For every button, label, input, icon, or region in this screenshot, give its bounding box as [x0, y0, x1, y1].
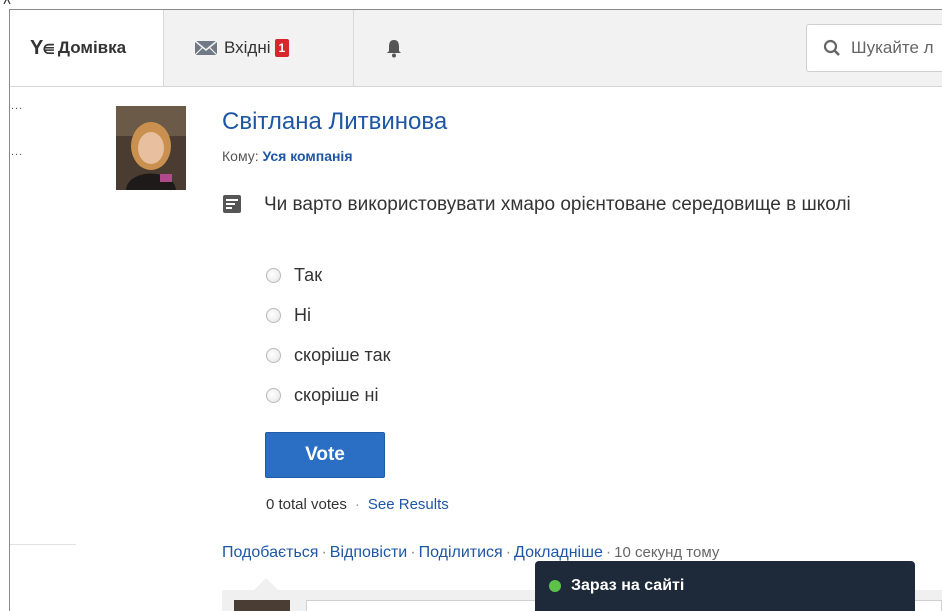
separator-dot: ·: [354, 496, 360, 513]
post-recipient: Кому: Уся компанія: [222, 148, 353, 164]
envelope-icon: [194, 40, 218, 56]
search-box[interactable]: Шукайте л: [806, 24, 942, 72]
tab-home[interactable]: Y⋹ Домівка: [10, 10, 164, 86]
window-frame-left: [9, 9, 10, 611]
poll-option-label: скоріше ні: [294, 385, 379, 405]
cropped-glyph: [3, 0, 11, 5]
poll-option-radio[interactable]: [266, 268, 281, 283]
tab-inbox-label: Вхідні: [224, 38, 271, 57]
reply-box-caret: [254, 578, 278, 590]
separator-dot: ·: [410, 544, 416, 561]
see-results-link[interactable]: See Results: [368, 496, 449, 513]
poll-option-radio[interactable]: [266, 308, 281, 323]
poll-option-label: скоріше так: [294, 345, 391, 365]
top-navbar: Y⋹ Домівка Вхідні 1 Шукайте л: [10, 10, 942, 87]
avatar-photo: [116, 106, 186, 190]
separator-dot: ·: [605, 544, 612, 561]
recipient-group-link[interactable]: Уся компанія: [263, 148, 353, 164]
reply-link[interactable]: Відповісти: [330, 544, 407, 561]
post-author-name[interactable]: Світлана Литвинова: [222, 108, 447, 136]
tab-inbox[interactable]: Вхідні 1: [164, 10, 354, 86]
poll-option[interactable]: Так: [266, 265, 322, 286]
current-user-avatar: [234, 600, 290, 611]
yammer-logo-icon: Y⋹: [30, 36, 55, 59]
poll-question: Чи варто використовувати хмаро орієнтова…: [264, 194, 851, 215]
vote-button[interactable]: Vote: [265, 432, 385, 478]
more-link[interactable]: Докладніше: [514, 544, 603, 561]
search-icon: [823, 39, 840, 56]
separator-dot: ·: [321, 544, 327, 561]
bell-icon: [387, 40, 401, 58]
left-sidebar-fragment-1[interactable]: ...: [11, 100, 23, 112]
poll-option-radio[interactable]: [266, 348, 281, 363]
post-actions: Подобається · Відповісти · Поділитися · Доклад…: [222, 544, 719, 562]
poll-option-label: Так: [294, 265, 323, 285]
recipient-prefix: Кому:: [222, 148, 259, 164]
left-divider: [10, 544, 76, 545]
poll-option-radio[interactable]: [266, 388, 281, 403]
online-now-label: Зараз на сайті: [571, 577, 685, 594]
poll-option[interactable]: Ні: [266, 305, 311, 326]
poll-icon: [223, 195, 241, 213]
like-link[interactable]: Подобається: [222, 544, 318, 561]
post-timestamp[interactable]: 10 секунд тому: [614, 544, 719, 561]
total-votes: 0 total votes: [266, 496, 347, 513]
share-link[interactable]: Поділитися: [419, 544, 503, 561]
author-avatar[interactable]: [116, 106, 186, 190]
online-now-panel[interactable]: Зараз на сайті: [535, 561, 915, 611]
poll-option-label: Ні: [294, 305, 311, 325]
inbox-count-badge: 1: [274, 39, 290, 57]
separator-dot: ·: [505, 544, 512, 561]
search-placeholder[interactable]: Шукайте л: [851, 38, 934, 58]
poll-option[interactable]: скоріше так: [266, 345, 390, 366]
left-sidebar-fragment-2[interactable]: ...: [11, 146, 23, 158]
poll-summary: 0 total votes · See Results: [266, 496, 449, 513]
tab-notifications[interactable]: [354, 10, 434, 86]
tab-home-label: Домівка: [57, 38, 127, 57]
online-status-icon: [549, 580, 561, 592]
poll-option[interactable]: скоріше ні: [266, 385, 379, 406]
